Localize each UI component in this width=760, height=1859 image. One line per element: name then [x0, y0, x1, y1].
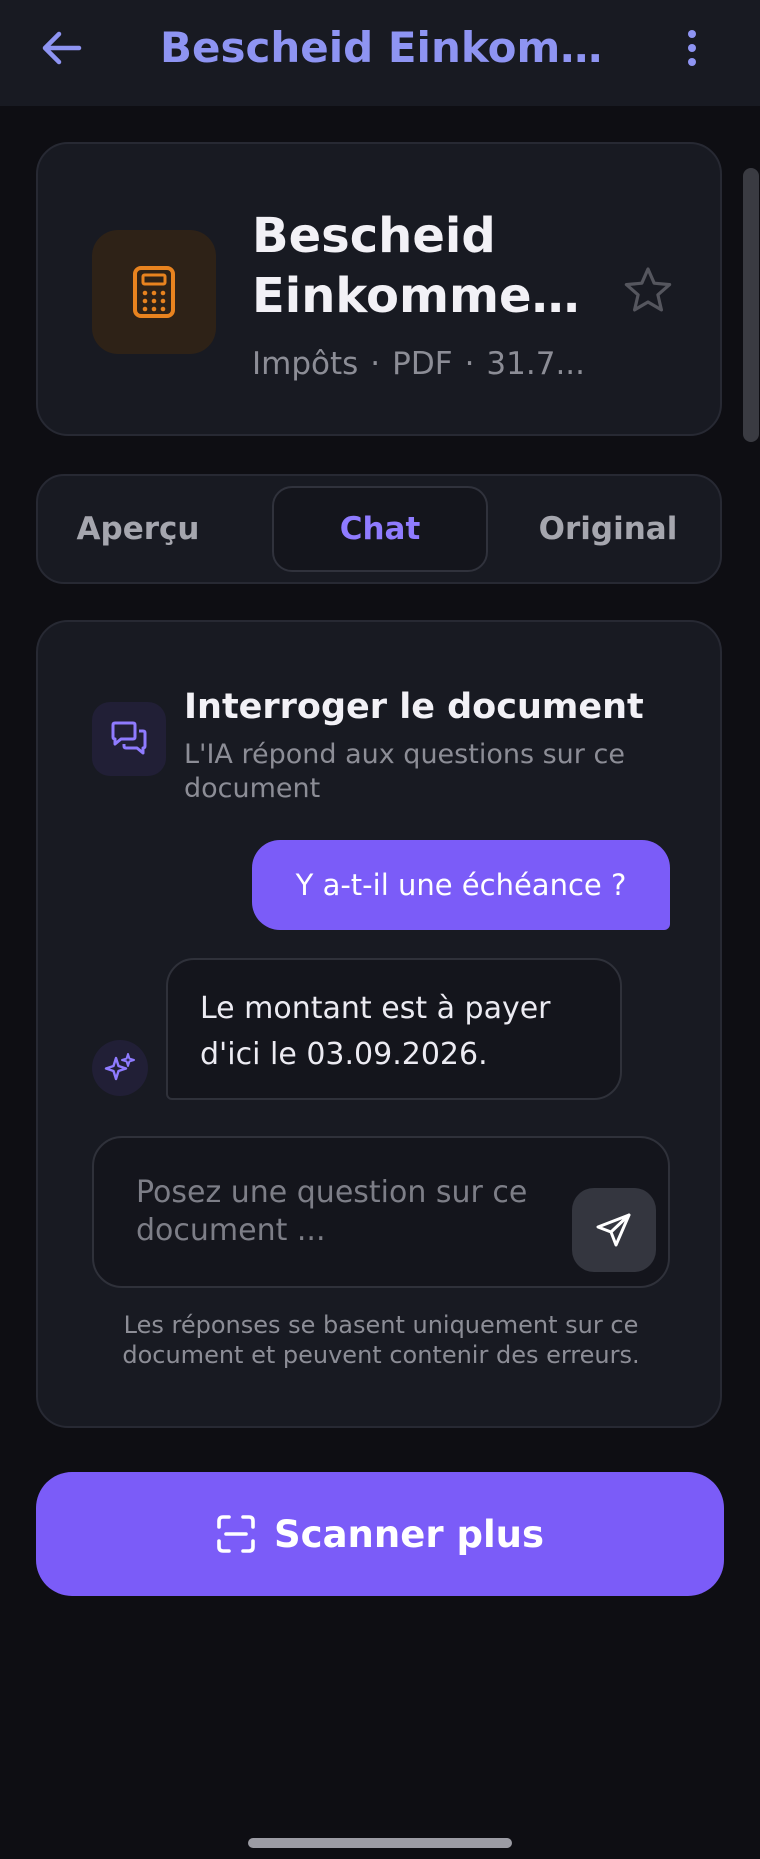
- sparkles-icon: [104, 1053, 135, 1081]
- document-title-line1: Bescheid: [252, 208, 496, 264]
- meta-separator: ·: [370, 346, 381, 382]
- star-icon: [624, 267, 672, 312]
- scan-icon: [217, 1515, 255, 1553]
- document-type-badge: [92, 230, 216, 354]
- home-indicator[interactable]: [248, 1838, 512, 1848]
- document-title-line2: Einkommen...: [252, 268, 602, 324]
- send-icon: [596, 1213, 631, 1247]
- scan-more-button[interactable]: Scanner plus: [36, 1472, 724, 1596]
- more-options-button[interactable]: [670, 22, 714, 74]
- app-bar: Bescheid Einkommen...: [0, 0, 760, 106]
- document-category: Impôts: [252, 346, 359, 382]
- chat-badge: [92, 702, 166, 776]
- send-button[interactable]: [572, 1188, 656, 1272]
- back-button[interactable]: [36, 22, 88, 74]
- scrollbar-thumb[interactable]: [743, 168, 759, 442]
- assistant-avatar: [92, 1040, 148, 1096]
- tab-apercu[interactable]: Aperçu: [48, 486, 228, 572]
- more-vertical-icon: [688, 30, 696, 66]
- assistant-message: Le montant est à payer d'ici le 03.09.20…: [166, 958, 622, 1100]
- document-size: 31.7...: [486, 346, 586, 382]
- view-tabs: Aperçu Chat Original: [36, 474, 722, 584]
- scan-more-label: Scanner plus: [274, 1512, 544, 1556]
- chat-bubbles-icon: [111, 721, 147, 755]
- question-input[interactable]: [136, 1174, 536, 1260]
- tab-chat[interactable]: Chat: [272, 486, 488, 572]
- chat-heading: Interroger le document: [184, 687, 644, 727]
- ai-disclaimer: Les réponses se basent uniquement sur ce…: [122, 1311, 640, 1369]
- question-input-box: [92, 1136, 670, 1288]
- user-message: Y a-t-il une échéance ?: [252, 840, 670, 930]
- calculator-icon: [133, 266, 175, 318]
- page-title: Bescheid Einkommen...: [160, 23, 630, 72]
- meta-separator: ·: [464, 346, 475, 382]
- document-title: Bescheid Einkommen...: [252, 206, 602, 326]
- chat-panel: Interroger le document L'IA répond aux q…: [36, 620, 722, 1428]
- document-format: PDF: [392, 346, 453, 382]
- document-header-card: Bescheid Einkommen... Impôts · PDF · 31.7...: [36, 142, 722, 436]
- tab-original[interactable]: Original: [510, 486, 706, 572]
- document-meta: Impôts · PDF · 31.7...: [252, 344, 592, 384]
- favorite-button[interactable]: [620, 262, 676, 318]
- arrow-left-icon: [42, 31, 82, 65]
- chat-subheading: L'IA répond aux questions sur ce documen…: [184, 739, 625, 804]
